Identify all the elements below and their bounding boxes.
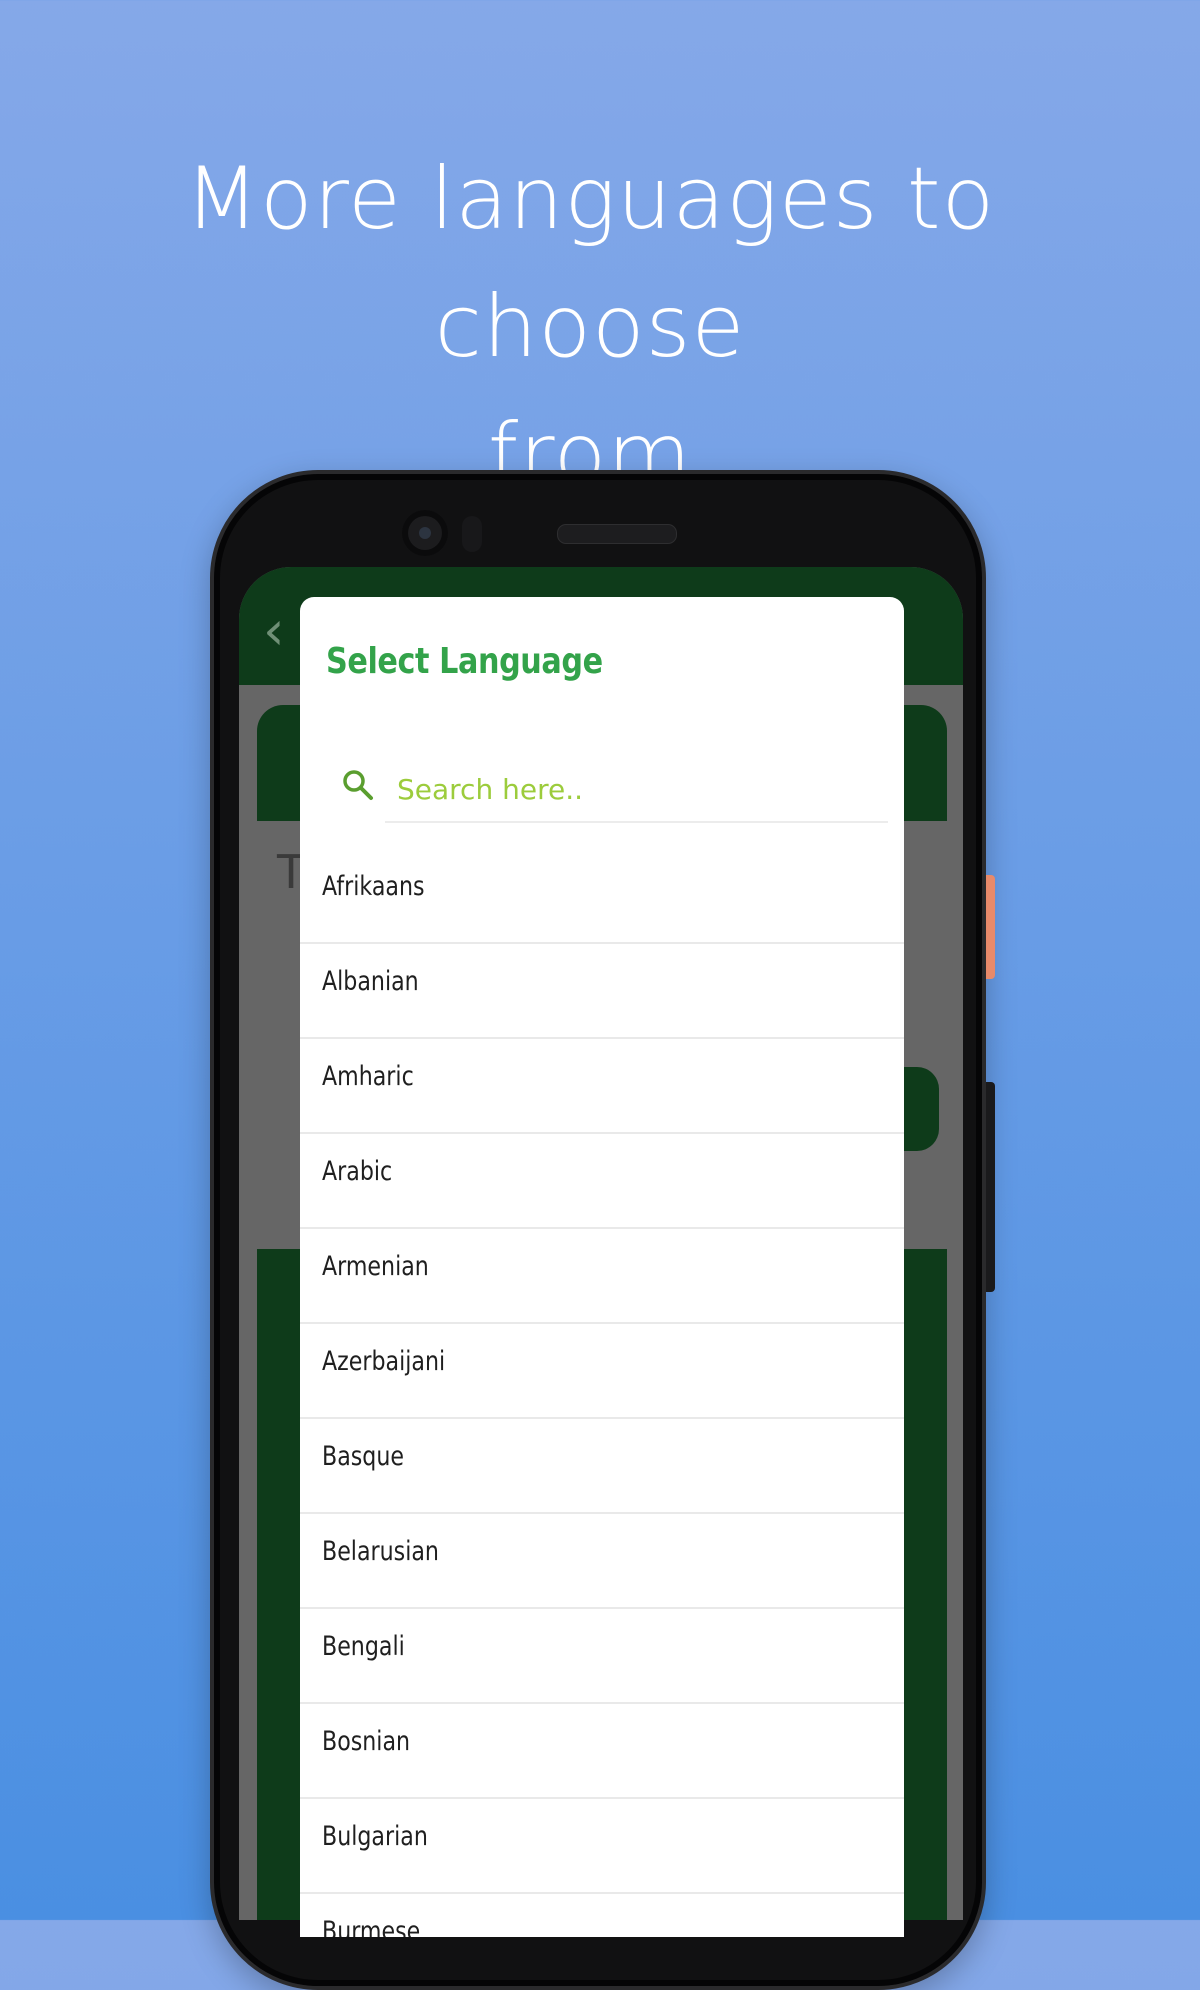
power-button	[986, 875, 995, 979]
language-label: Amharic	[322, 1061, 414, 1092]
search-row	[340, 757, 888, 825]
language-label: Armenian	[322, 1251, 429, 1282]
language-label: Albanian	[322, 966, 419, 997]
language-label: Bosnian	[322, 1726, 411, 1757]
language-label: Azerbaijani	[322, 1346, 446, 1377]
select-language-dialog: Select Language Afrikaans Albanian Amharic…	[300, 597, 904, 1937]
language-label: Afrikaans	[322, 871, 425, 902]
language-item[interactable]: Bengali	[300, 1609, 904, 1704]
language-label: Arabic	[322, 1156, 393, 1187]
language-item[interactable]: Arabic	[300, 1134, 904, 1229]
language-item[interactable]: Afrikaans	[300, 849, 904, 944]
language-item[interactable]: Azerbaijani	[300, 1324, 904, 1419]
chevron-left-icon[interactable]: ‹	[263, 599, 285, 662]
dialog-title: Select Language	[326, 641, 603, 682]
proximity-sensor	[462, 516, 482, 552]
language-item[interactable]: Bulgarian	[300, 1799, 904, 1894]
language-label: Bulgarian	[322, 1821, 428, 1852]
language-item[interactable]: Burmese	[300, 1894, 904, 1937]
promo-headline: More languages to choose from	[60, 135, 1120, 519]
language-item[interactable]: Albanian	[300, 944, 904, 1039]
language-label: Belarusian	[322, 1536, 439, 1567]
language-label: Burmese	[322, 1916, 421, 1937]
front-camera	[402, 510, 448, 556]
language-label: Bengali	[322, 1631, 405, 1662]
language-list: Afrikaans Albanian Amharic Arabic Armenian Az…	[300, 849, 904, 1937]
volume-button	[986, 1082, 995, 1292]
language-item[interactable]: Amharic	[300, 1039, 904, 1134]
language-item[interactable]: Bosnian	[300, 1704, 904, 1799]
language-item[interactable]: Armenian	[300, 1229, 904, 1324]
earpiece-speaker	[557, 524, 677, 544]
language-label: Basque	[322, 1441, 404, 1472]
search-input[interactable]	[385, 757, 888, 823]
promo-headline-line-1: More languages to choose	[184, 149, 996, 377]
language-item[interactable]: Basque	[300, 1419, 904, 1514]
search-icon	[343, 770, 373, 800]
language-item[interactable]: Belarusian	[300, 1514, 904, 1609]
